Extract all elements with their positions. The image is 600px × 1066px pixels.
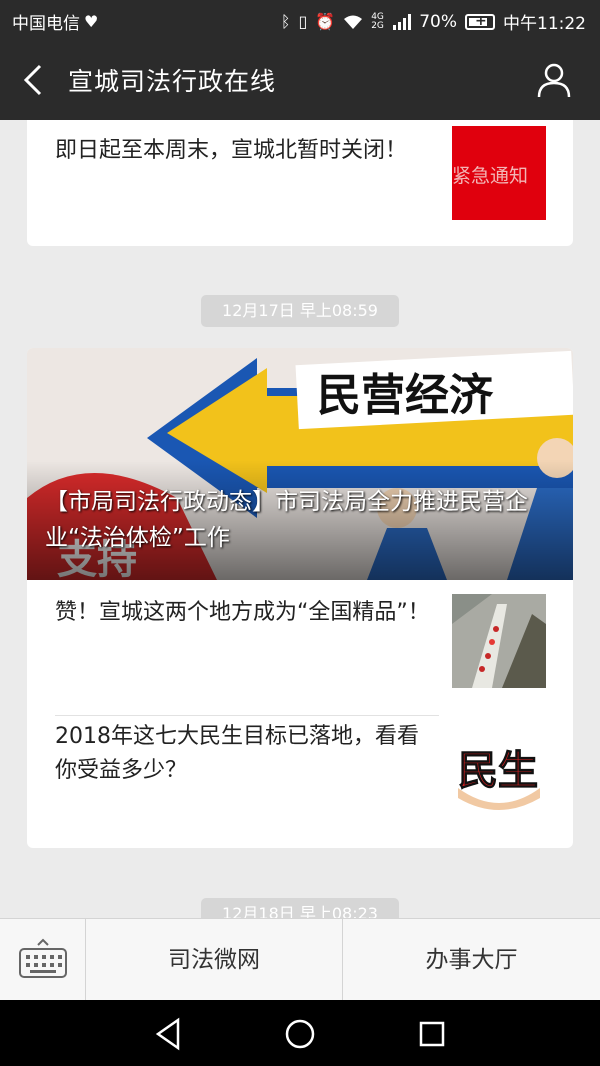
signal-icon	[393, 13, 412, 30]
article-thumbnail: 民生	[452, 718, 546, 812]
bluetooth-icon: ᛒ	[280, 11, 291, 31]
system-nav-bar	[0, 1000, 600, 1066]
hero-article[interactable]: 民营经济 支持 【市局司法行政动态】市司法局全力推进民营企业“法治体检”工作	[27, 348, 573, 580]
menu-item-sifa-weiwang[interactable]: 司法微网	[86, 919, 343, 1001]
network-type-label: 4G 2G	[371, 11, 384, 31]
list-item[interactable]: 赞！宣城这两个地方成为“全国精品”！	[27, 580, 573, 704]
keyboard-icon	[19, 938, 67, 978]
alarm-icon: ⏰	[315, 11, 336, 31]
home-circle-icon[interactable]	[280, 1014, 320, 1054]
status-right: ᛒ ▯ ⏰ 4G 2G 70% + 中午11:22	[280, 9, 586, 35]
status-left: 中国电信 ♥	[12, 9, 99, 35]
article-group-card: 民营经济 支持 【市局司法行政动态】市司法局全力推进民营企业“法治体检”工作 赞…	[27, 348, 573, 848]
recents-square-icon[interactable]	[412, 1014, 452, 1054]
article-headline: 2018年这七大民生目标已落地，看看你受益多少？	[55, 724, 419, 783]
battery-icon: +	[465, 13, 495, 30]
timestamp: 12月17日 早上08:59	[201, 295, 399, 327]
battery-percent: 70%	[419, 11, 457, 32]
article-thumbnail	[452, 594, 546, 688]
chevron-left-icon	[23, 64, 42, 96]
svg-text:民营经济: 民营经济	[317, 370, 494, 421]
wifi-icon	[344, 15, 363, 29]
article-card[interactable]: 即日起至本周末，宣城北暂时关闭！ 紧急通知	[27, 120, 573, 246]
timestamp: 12月18日 早上08:23	[201, 898, 399, 918]
back-triangle-icon[interactable]	[148, 1014, 188, 1054]
clock: 中午11:22	[503, 14, 586, 34]
hero-headline: 【市局司法行政动态】市司法局全力推进民营企业“法治体检”工作	[45, 489, 528, 551]
person-icon	[537, 63, 571, 98]
message-feed[interactable]: 即日起至本周末，宣城北暂时关闭！ 紧急通知 12月17日 早上08:59 民营经…	[0, 120, 600, 918]
svg-text:民生: 民生	[458, 748, 538, 794]
vibrate-icon: ▯	[298, 11, 308, 31]
title-bar: 宣城司法行政在线	[0, 40, 600, 120]
heart-icon: ♥	[84, 11, 99, 31]
keyboard-toggle-button[interactable]	[0, 919, 86, 1001]
back-button[interactable]	[16, 58, 56, 102]
article-thumbnail: 紧急通知	[452, 126, 546, 220]
profile-button[interactable]	[534, 60, 574, 100]
list-item[interactable]: 2018年这七大民生目标已落地，看看你受益多少？ 民生	[27, 704, 573, 828]
carrier-label: 中国电信	[12, 14, 80, 34]
article-headline: 即日起至本周末，宣城北暂时关闭！	[55, 138, 408, 163]
menu-item-banshi-dating[interactable]: 办事大厅	[343, 919, 600, 1001]
article-headline: 赞！宣城这两个地方成为“全国精品”！	[55, 600, 430, 625]
bottom-menu: 司法微网 办事大厅	[0, 918, 600, 1001]
status-bar: 中国电信 ♥ ᛒ ▯ ⏰ 4G 2G 70% + 中午11:22	[0, 0, 600, 40]
page-title: 宣城司法行政在线	[68, 67, 277, 96]
